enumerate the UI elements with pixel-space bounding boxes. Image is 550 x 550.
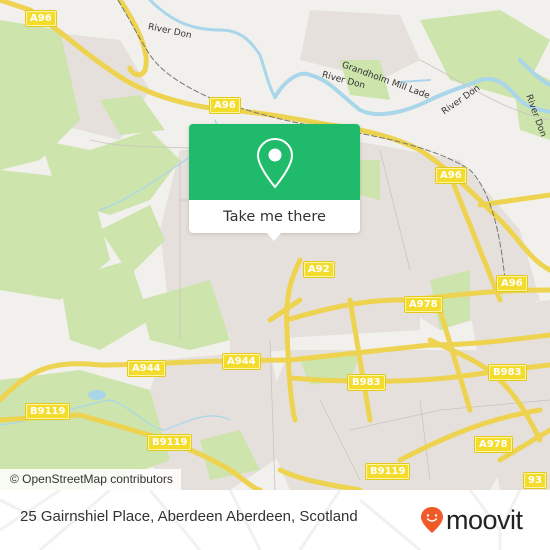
map-pin-icon: [256, 137, 294, 189]
park-area: [360, 160, 380, 200]
moovit-logo[interactable]: moovit: [420, 504, 523, 536]
road-label-b9119: B9119: [148, 435, 192, 450]
take-me-there-button[interactable]: Take me there: [189, 200, 360, 233]
road-label-a96: A96: [26, 11, 56, 26]
road-label-b983: B983: [348, 375, 385, 390]
popup-header: [189, 124, 360, 200]
urban-area: [230, 300, 290, 355]
moovit-smiley-pin-icon: [421, 507, 443, 533]
moovit-wordmark: moovit: [446, 505, 523, 535]
footer-bar: 25 Gairnshiel Place, Aberdeen Aberdeen, …: [0, 490, 550, 550]
park-area: [100, 205, 165, 275]
map-tiles: [0, 0, 550, 490]
road-label-a92: A92: [304, 262, 334, 277]
map-view[interactable]: A96 A96 A96 A96 A92 A978 A944 A944 B983 …: [0, 0, 550, 490]
popup-pointer: [266, 232, 282, 241]
road-label-a96: A96: [497, 276, 527, 291]
river-don: [148, 0, 277, 99]
road-label-a96: A96: [436, 168, 466, 183]
road-label-a978: A978: [405, 297, 442, 312]
road-label-a93: 93: [524, 473, 546, 488]
pond: [88, 390, 106, 400]
road-label-b983: B983: [489, 365, 526, 380]
map-attribution[interactable]: © OpenStreetMap contributors: [0, 469, 181, 490]
road-label-a944: A944: [128, 361, 165, 376]
location-popup: Take me there: [189, 124, 360, 241]
road-label-b9119: B9119: [366, 464, 410, 479]
road-label-a944: A944: [223, 354, 260, 369]
road-label-b9119: B9119: [26, 404, 70, 419]
road-label-a978: A978: [475, 437, 512, 452]
address-text: 25 Gairnshiel Place, Aberdeen Aberdeen, …: [20, 508, 358, 525]
road-label-a96: A96: [210, 98, 240, 113]
